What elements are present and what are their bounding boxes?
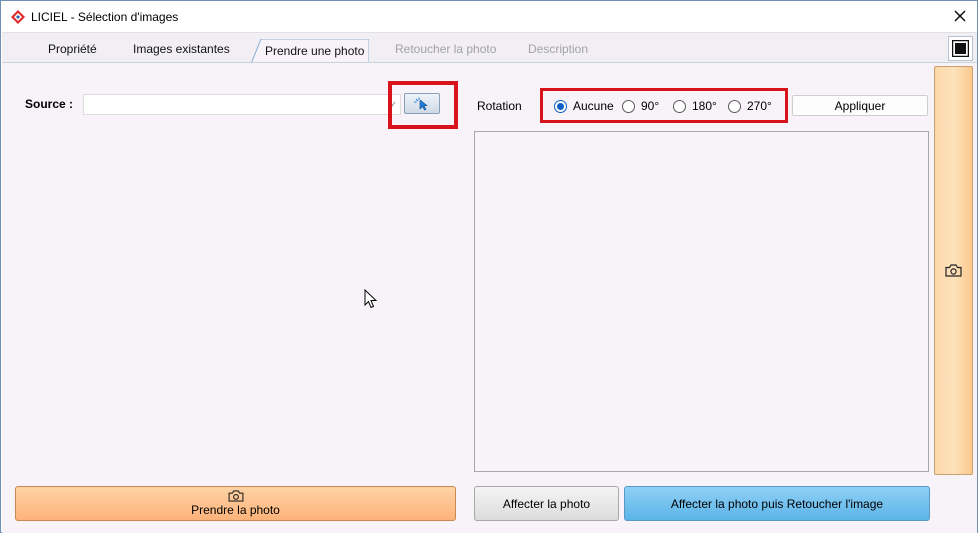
rotation-option-label: 90° [641,99,660,113]
tab-prendre-une-photo[interactable]: Prendre une photo [265,44,364,58]
close-button[interactable] [947,5,973,27]
tab-images-existantes[interactable]: Images existantes [133,42,230,56]
rotation-option-270[interactable]: 270° [728,99,772,113]
window-title: LICIEL - Sélection d'images [31,10,179,24]
radio-selected-icon [554,99,567,113]
photo-preview-area [474,131,929,472]
tab-propriete[interactable]: Propriété [48,42,97,56]
maximize-button[interactable] [948,36,973,61]
liciel-logo-icon [11,10,25,24]
radio-icon [622,99,635,113]
assign-photo-button[interactable]: Affecter la photo [474,486,619,521]
take-photo-panel: Source : Rotation Aucune 90° 180° 270° A… [2,62,977,533]
rotation-option-aucune[interactable]: Aucune [554,99,614,113]
camera-icon [945,264,962,277]
tab-strip: Propriété Images existantes Prendre une … [2,32,977,64]
tab-description[interactable]: Description [528,42,588,56]
radio-icon [673,99,686,113]
rotation-option-90[interactable]: 90° [622,99,659,113]
picker-highlight-box [388,81,458,129]
tab-retoucher-la-photo[interactable]: Retoucher la photo [395,42,496,56]
rotation-option-label: 270° [747,99,772,113]
source-combo[interactable] [83,94,401,115]
close-icon [954,10,966,22]
rotation-option-label: Aucune [573,99,614,113]
apply-button[interactable]: Appliquer [792,95,928,116]
radio-icon [728,99,741,113]
side-camera-button[interactable] [934,66,973,475]
mouse-cursor-icon [364,289,378,309]
rotation-option-label: 180° [692,99,717,113]
title-bar: LICIEL - Sélection d'images [1,1,977,32]
image-selection-window: LICIEL - Sélection d'images Propriété Im… [0,0,978,533]
source-label: Source : [25,97,74,111]
maximize-icon [952,40,969,57]
rotation-label: Rotation [477,99,522,113]
take-photo-button[interactable]: Prendre la photo [15,486,456,521]
camera-icon [228,490,243,502]
rotation-option-180[interactable]: 180° [673,99,717,113]
take-photo-label: Prendre la photo [191,503,280,517]
assign-and-retouch-button[interactable]: Affecter la photo puis Retoucher l'image [624,486,930,521]
